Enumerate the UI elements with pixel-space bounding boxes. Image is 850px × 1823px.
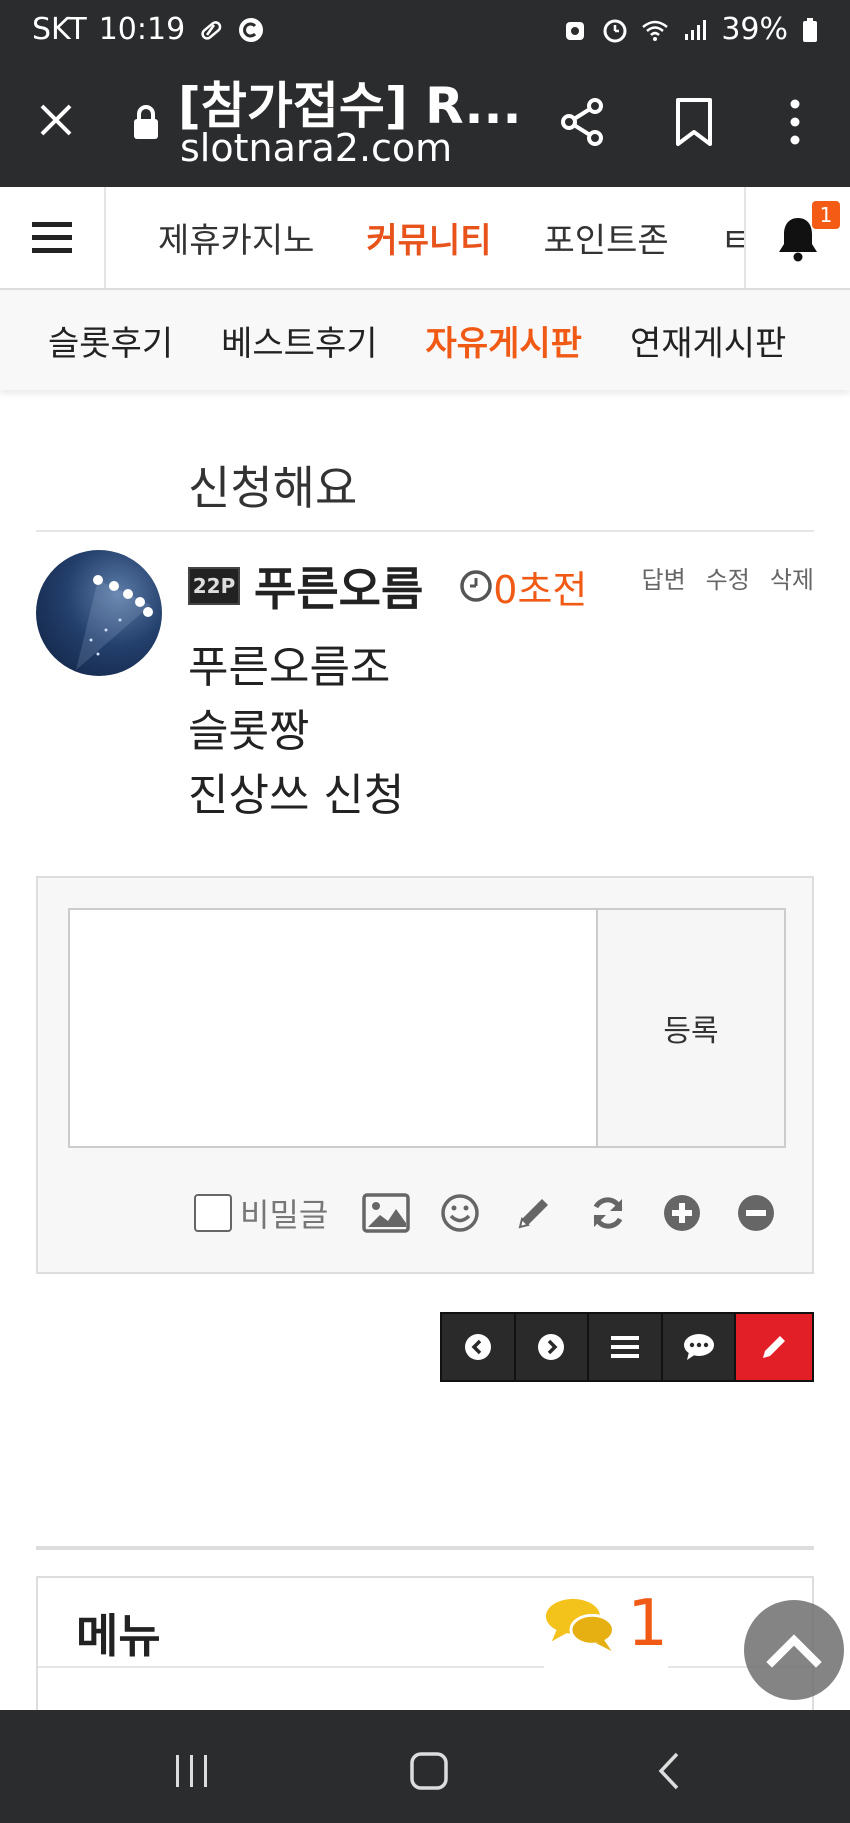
pencil-icon	[763, 1336, 786, 1358]
nav-item-point-zone[interactable]: 포인트존	[544, 213, 669, 262]
home-icon	[410, 1752, 448, 1790]
level-icon: 22P	[188, 567, 240, 605]
chevron-right-circle-icon	[538, 1334, 565, 1360]
battery-percent: 39%	[721, 12, 788, 47]
page-url[interactable]: slotnara2.com	[180, 126, 452, 170]
status-left: SKT 10:19	[32, 12, 265, 47]
list-icon	[611, 1336, 640, 1358]
post-body-line: 슬롯짱	[188, 706, 310, 757]
image-button[interactable]	[362, 1189, 411, 1237]
image-icon	[362, 1193, 411, 1233]
post-nav-buttons	[440, 1312, 814, 1382]
c-circle-icon	[239, 17, 264, 42]
sub-nav-series-board[interactable]: 연재게시판	[630, 316, 786, 365]
close-icon[interactable]	[30, 94, 82, 146]
reply-link[interactable]: 답변	[641, 560, 685, 595]
delete-link[interactable]: 삭제	[770, 560, 814, 595]
post-time: 0초전	[459, 559, 587, 614]
post-body: 푸른오름조 슬롯짱 진상쓰 신청	[188, 636, 404, 828]
pill-icon	[201, 20, 222, 40]
battery-icon	[803, 17, 817, 42]
status-bar: SKT 10:19 39%	[0, 0, 850, 62]
nav-item-more[interactable]: ㅌ	[721, 213, 744, 262]
comment-button[interactable]	[662, 1314, 737, 1380]
chat-count: 1	[627, 1587, 668, 1661]
chat-badge[interactable]: 1	[544, 1578, 668, 1670]
sub-nav-slot-review[interactable]: 슬롯후기	[48, 316, 173, 365]
menu-divider	[38, 1666, 812, 1668]
share-icon[interactable]	[555, 94, 611, 150]
chevron-left-circle-icon	[464, 1334, 491, 1360]
recents-button[interactable]	[162, 1746, 222, 1796]
alarm-icon	[603, 19, 627, 42]
back-button[interactable]	[640, 1746, 700, 1796]
time-text: 0초전	[493, 567, 588, 612]
shrink-button[interactable]	[732, 1189, 780, 1237]
avatar[interactable]	[36, 550, 162, 676]
plus-circle-icon	[664, 1195, 701, 1231]
browser-toolbar: [참가접수] R... slotnara2.com	[0, 62, 850, 187]
sub-nav-free-board[interactable]: 자유게시판	[426, 316, 582, 365]
signal-icon	[685, 19, 707, 40]
clock: 10:19	[98, 12, 186, 47]
smile-icon	[441, 1194, 480, 1232]
comment-form: 등록 비밀글	[36, 876, 814, 1274]
hamburger-icon	[32, 221, 72, 253]
list-button[interactable]	[589, 1314, 663, 1380]
post-body-line: 푸른오름조	[188, 642, 391, 693]
comment-tools: 비밀글	[194, 1188, 806, 1238]
sub-nav-best-review[interactable]: 베스트후기	[221, 316, 377, 365]
bottom-divider	[36, 1546, 814, 1550]
secret-checkbox[interactable]	[194, 1194, 232, 1232]
status-right: 39%	[561, 12, 820, 47]
hamburger-menu-button[interactable]	[0, 187, 106, 288]
menu-title: 메뉴	[76, 1609, 161, 1663]
secret-label[interactable]: 비밀글	[240, 1190, 328, 1236]
nav-item-partner-casino[interactable]: 제휴카지노	[158, 213, 314, 262]
lock-icon	[134, 105, 158, 139]
comment-submit-button[interactable]: 등록	[596, 908, 786, 1148]
comment-icon	[683, 1334, 714, 1360]
comment-input[interactable]	[68, 908, 598, 1148]
pencil-button[interactable]	[510, 1189, 558, 1237]
author-name[interactable]: 푸른오름	[254, 553, 423, 619]
prev-post-button[interactable]	[442, 1314, 516, 1380]
title-divider	[36, 530, 814, 532]
home-button[interactable]	[399, 1746, 459, 1796]
chat-bubbles-icon	[545, 1598, 615, 1651]
refresh-icon	[593, 1197, 623, 1229]
post-actions: 답변 수정 삭제	[641, 560, 814, 595]
minus-circle-icon	[738, 1195, 775, 1231]
system-nav-bar	[0, 1710, 850, 1823]
recents-icon	[176, 1755, 207, 1787]
post-body-line: 진상쓰 신청	[188, 770, 405, 821]
write-button[interactable]	[736, 1314, 813, 1380]
edit-link[interactable]: 수정	[706, 560, 750, 595]
wifi-icon	[642, 20, 669, 41]
more-vertical-icon[interactable]	[780, 94, 810, 150]
bookmark-icon[interactable]	[672, 94, 716, 150]
author-row: 22P 푸른오름 0초전	[188, 556, 587, 616]
notification-button[interactable]: 1	[744, 187, 850, 288]
chevron-up-icon	[766, 1634, 822, 1668]
avatar-image	[76, 575, 153, 670]
refresh-button[interactable]	[584, 1189, 632, 1237]
pencil-icon	[518, 1199, 549, 1229]
sub-nav: 슬롯후기 베스트후기 자유게시판 연재게시판	[0, 290, 850, 390]
main-nav-items: 제휴카지노 커뮤니티 포인트존 ㅌ	[106, 187, 744, 288]
notification-badge: 1	[812, 201, 840, 229]
carrier-label: SKT	[32, 12, 87, 47]
scroll-top-button[interactable]	[744, 1600, 844, 1700]
emoji-button[interactable]	[436, 1189, 484, 1237]
nav-item-community[interactable]: 커뮤니티	[366, 213, 491, 262]
lock-recycle-icon	[566, 21, 585, 40]
back-icon	[658, 1752, 679, 1790]
expand-button[interactable]	[658, 1189, 706, 1237]
post-title: 신청해요	[188, 461, 358, 515]
next-post-button[interactable]	[515, 1314, 590, 1380]
main-nav: 제휴카지노 커뮤니티 포인트존 ㅌ 1	[0, 187, 850, 290]
clock-icon	[460, 570, 493, 602]
